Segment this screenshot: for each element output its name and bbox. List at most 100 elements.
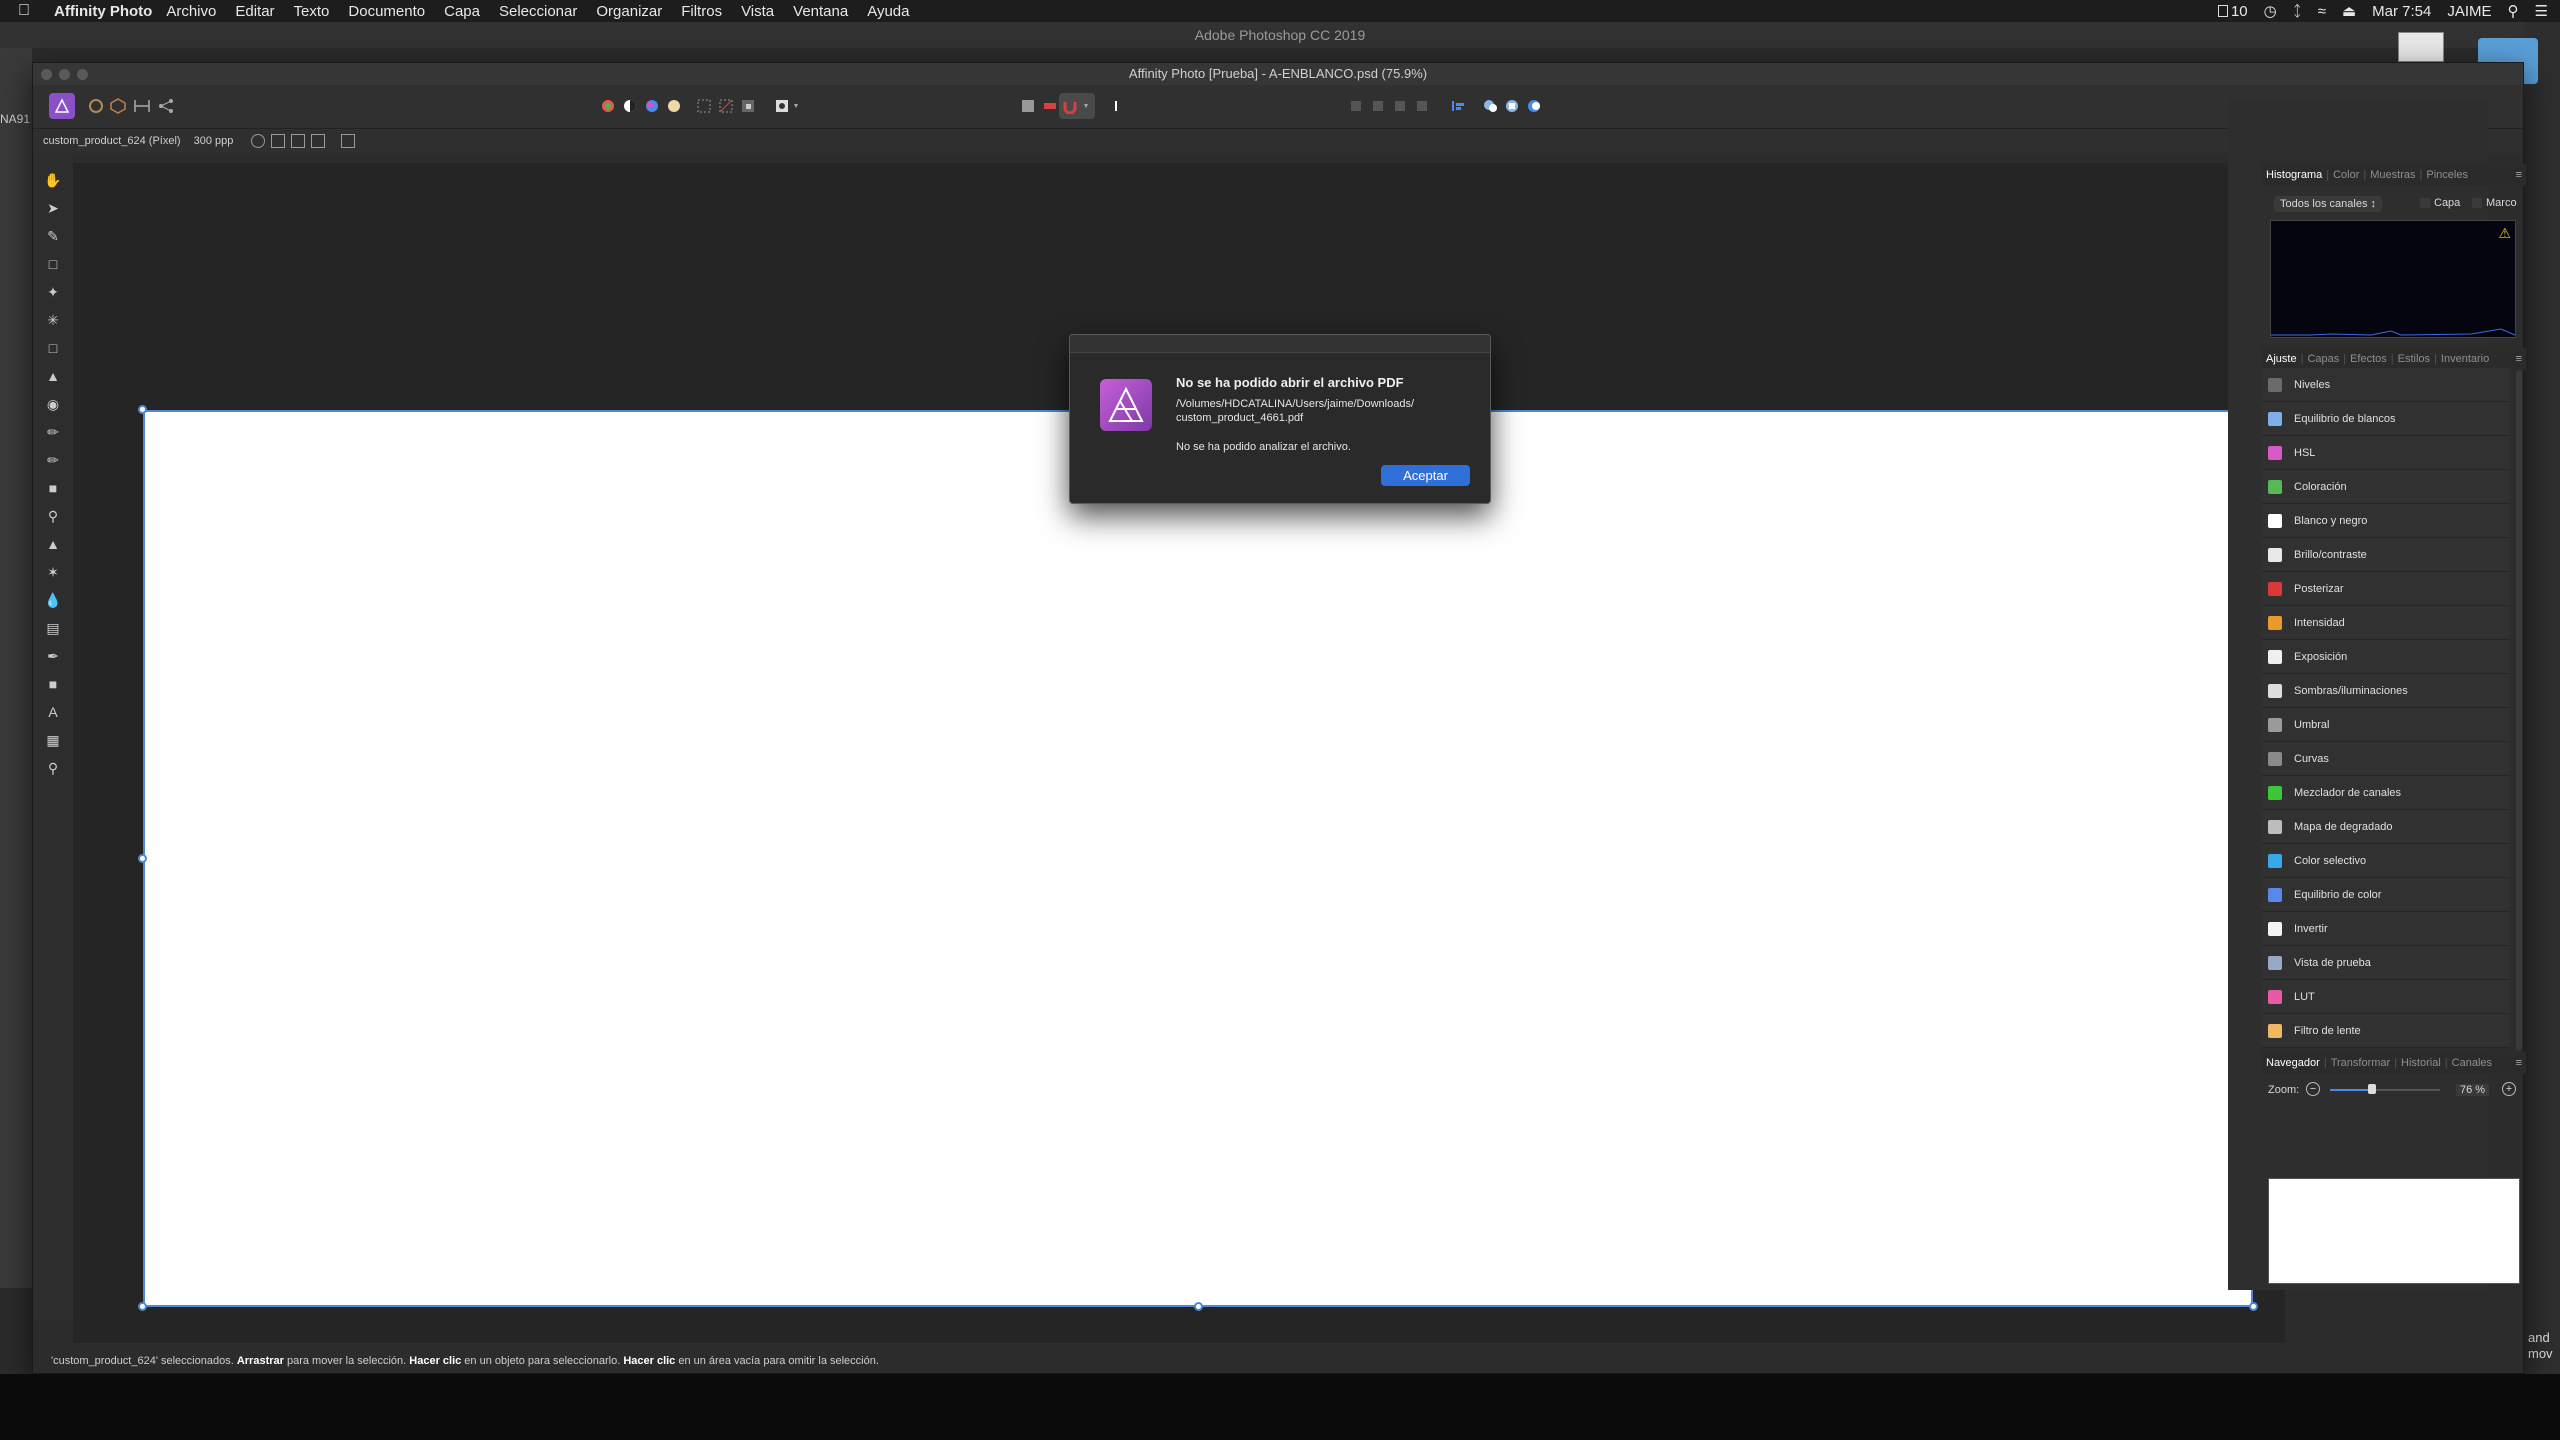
adjustment-item[interactable]: Mezclador de canales <box>2262 776 2510 810</box>
zoom-value[interactable]: 76 % <box>2456 1084 2490 1096</box>
panel-menu-icon[interactable]: ≡ <box>2516 348 2522 370</box>
tab-color[interactable]: Color <box>2329 169 2363 181</box>
minimize-button[interactable] <box>59 69 70 80</box>
transform-origin-icon[interactable] <box>251 134 265 148</box>
adjustment-item[interactable]: HSL <box>2262 436 2510 470</box>
mesh-warp-tool-icon[interactable]: ▦ <box>42 729 64 751</box>
menu-texto[interactable]: Texto <box>294 3 330 20</box>
view-mode-icon[interactable] <box>1521 93 1547 119</box>
tab-inventario[interactable]: Inventario <box>2437 353 2493 365</box>
desktop-file-thumbnail[interactable] <box>2398 32 2444 62</box>
document-page[interactable] <box>143 410 2253 1307</box>
menu-editar[interactable]: Editar <box>235 3 274 20</box>
gradient-tool-icon[interactable]: ◉ <box>42 393 64 415</box>
flood-select-tool-icon[interactable]: ✳ <box>42 309 64 331</box>
adjustment-item[interactable]: Exposición <box>2262 640 2510 674</box>
color-picker-tool-icon[interactable]: ✎ <box>42 225 64 247</box>
user-name[interactable]: JAIME <box>2447 3 2491 20</box>
adjustment-item[interactable]: Curvas <box>2262 742 2510 776</box>
channels-select[interactable]: Todos los canales ↕ <box>2274 196 2383 212</box>
adjustment-item[interactable]: Color selectivo <box>2262 844 2510 878</box>
close-button[interactable] <box>41 69 52 80</box>
resize-handle[interactable] <box>138 1302 147 1311</box>
rectangle-tool-icon[interactable]: ■ <box>42 673 64 695</box>
adjustment-item[interactable]: Vista de prueba <box>2262 946 2510 980</box>
tone-mapping-persona-icon[interactable] <box>129 93 155 119</box>
adjustment-item[interactable]: Coloración <box>2262 470 2510 504</box>
tab-muestras[interactable]: Muestras <box>2366 169 2419 181</box>
menu-filtros[interactable]: Filtros <box>681 3 722 20</box>
panel-menu-icon[interactable]: ≡ <box>2516 164 2522 186</box>
wifi-icon[interactable]: ≈ <box>2318 3 2326 20</box>
battery-icon[interactable]: 10 <box>2217 3 2248 20</box>
red-eye-tool-icon[interactable]: ✶ <box>42 561 64 583</box>
adjustment-item[interactable]: Equilibrio de blancos <box>2262 402 2510 436</box>
zoom-tool-icon[interactable]: ⚲ <box>42 757 64 779</box>
export-persona-icon[interactable] <box>153 93 179 119</box>
zoom-button[interactable] <box>77 69 88 80</box>
adjustment-item[interactable]: Mapa de degradado <box>2262 810 2510 844</box>
adjustment-item[interactable]: Intensidad <box>2262 606 2510 640</box>
healing-brush-tool-icon[interactable]: ▤ <box>42 617 64 639</box>
adjustment-item[interactable]: Equilibrio de color <box>2262 878 2510 912</box>
tab-navegador[interactable]: Navegador <box>2262 1057 2324 1069</box>
panel-menu-icon[interactable]: ≡ <box>2516 1052 2522 1074</box>
color-replacement-tool-icon[interactable]: ✏ <box>42 449 64 471</box>
text-tool-icon[interactable]: A <box>42 701 64 723</box>
adjustment-item[interactable]: Umbral <box>2262 708 2510 742</box>
tab-pinceles[interactable]: Pinceles <box>2422 169 2472 181</box>
tab-historial[interactable]: Historial <box>2397 1057 2445 1069</box>
zoom-out-icon[interactable]: − <box>2306 1082 2320 1096</box>
menu-ventana[interactable]: Ventana <box>793 3 848 20</box>
tab-canales[interactable]: Canales <box>2448 1057 2496 1069</box>
tab-histograma[interactable]: Histograma <box>2262 169 2326 181</box>
crop-tool-icon[interactable]: □ <box>42 253 64 275</box>
menu-vista[interactable]: Vista <box>741 3 774 20</box>
eject-icon[interactable]: ⏏ <box>2342 2 2356 20</box>
zoom-in-icon[interactable]: + <box>2502 1082 2516 1096</box>
menu-organizar[interactable]: Organizar <box>596 3 662 20</box>
control-center-icon[interactable]: ☰ <box>2535 2 2548 20</box>
dodge-tool-icon[interactable]: ⚲ <box>42 505 64 527</box>
erase-brush-tool-icon[interactable]: ■ <box>42 477 64 499</box>
flood-fill-tool-icon[interactable]: ▲ <box>42 365 64 387</box>
move-tool-icon[interactable]: ➤ <box>42 197 64 219</box>
menu-ayuda[interactable]: Ayuda <box>867 3 909 20</box>
adjustments-scrollbar[interactable] <box>2516 370 2522 1050</box>
search-icon[interactable]: ⚲ <box>2508 2 2519 20</box>
resize-handle[interactable] <box>138 854 147 863</box>
navigator-preview[interactable] <box>2268 1178 2520 1284</box>
resize-handle[interactable] <box>138 405 147 414</box>
menu-archivo[interactable]: Archivo <box>166 3 216 20</box>
adjustment-item[interactable]: Sombras/iluminaciones <box>2262 674 2510 708</box>
align-panel-icon[interactable] <box>1445 93 1471 119</box>
context-help-icon[interactable] <box>1103 93 1129 119</box>
layer-checkbox[interactable] <box>2420 198 2430 208</box>
snap-icon[interactable] <box>291 134 305 148</box>
menu-capa[interactable]: Capa <box>444 3 480 20</box>
adjustment-item[interactable]: Invertir <box>2262 912 2510 946</box>
zoom-slider-handle[interactable] <box>2368 1084 2376 1094</box>
hand-tool-icon[interactable]: ✋ <box>42 169 64 191</box>
tab-efectos[interactable]: Efectos <box>2346 353 2391 365</box>
adjustment-item[interactable]: Brillo/contraste <box>2262 538 2510 572</box>
resize-handle[interactable] <box>2249 1302 2258 1311</box>
clone-tool-icon[interactable]: ▲ <box>42 533 64 555</box>
show-bounding-box-icon[interactable] <box>271 134 285 148</box>
tab-ajuste[interactable]: Ajuste <box>2262 353 2301 365</box>
menu-seleccionar[interactable]: Seleccionar <box>499 3 577 20</box>
develop-persona-icon[interactable] <box>105 93 131 119</box>
clock[interactable]: Mar 7:54 <box>2372 3 2431 20</box>
adjustment-item[interactable]: Filtro de lente <box>2262 1014 2510 1048</box>
adjustment-item[interactable]: LUT <box>2262 980 2510 1014</box>
app-menu[interactable]: Affinity Photo <box>54 3 152 20</box>
tab-transformar[interactable]: Transformar <box>2327 1057 2395 1069</box>
tab-capas[interactable]: Capas <box>2303 353 2343 365</box>
adjustment-item[interactable]: Posterizar <box>2262 572 2510 606</box>
blur-brush-tool-icon[interactable]: 💧 <box>42 589 64 611</box>
time-machine-icon[interactable]: ◷ <box>2264 2 2277 20</box>
selection-box-icon[interactable] <box>341 134 355 148</box>
marquee-tool-icon[interactable]: □ <box>42 337 64 359</box>
bluetooth-icon[interactable]: ᛨ <box>2293 3 2302 20</box>
auto-white-balance-icon[interactable] <box>661 93 687 119</box>
